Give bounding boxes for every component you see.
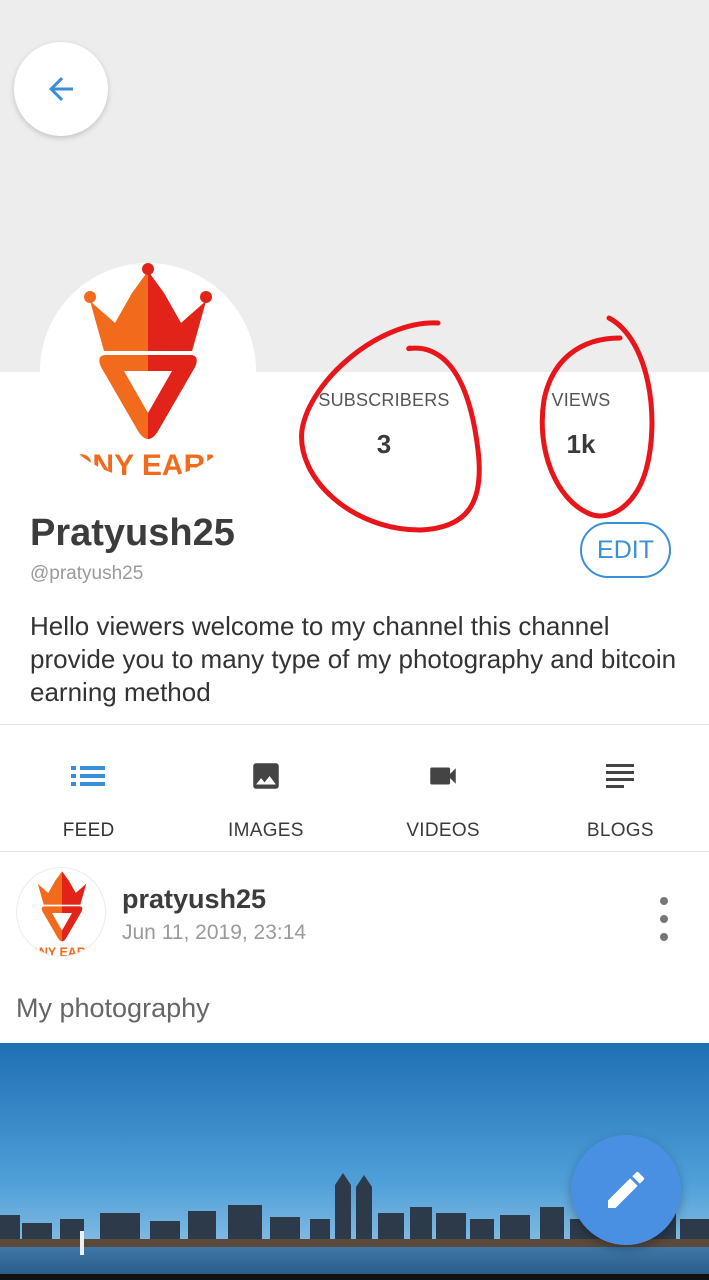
tab-images-label: IMAGES	[228, 820, 304, 841]
views-label: VIEWS	[551, 390, 611, 410]
tab-feed-label: FEED	[62, 820, 115, 841]
back-button[interactable]	[14, 42, 108, 136]
compose-fab-button[interactable]	[571, 1135, 681, 1245]
image-icon	[253, 763, 279, 789]
post-caption: My photography	[16, 993, 210, 1023]
views-count: 1k	[566, 429, 596, 459]
channel-handle: @pratyush25	[30, 563, 144, 584]
channel-name: Pratyush25	[30, 512, 235, 554]
tab-blogs[interactable]: BLOGS	[532, 726, 709, 851]
text-lines-icon	[606, 764, 635, 788]
tab-blogs-label: BLOGS	[586, 820, 654, 841]
pencil-icon	[608, 1171, 645, 1208]
logo-text: ONY EARN	[69, 449, 227, 479]
logo-text: ONY EARN	[29, 945, 95, 957]
edit-button[interactable]: EDIT	[580, 522, 671, 578]
divider	[0, 724, 709, 725]
channel-logo-image: ONY EARN	[69, 263, 227, 479]
tab-videos-label: VIDEOS	[406, 820, 480, 841]
divider	[0, 851, 709, 852]
video-camera-icon	[430, 767, 456, 785]
subscribers-count: 3	[376, 429, 392, 459]
arrow-left-icon	[49, 77, 73, 101]
tab-images[interactable]: IMAGES	[177, 726, 354, 851]
subscribers-stat[interactable]: SUBSCRIBERS 3	[304, 390, 464, 460]
channel-avatar[interactable]: ONY EARN	[40, 263, 256, 479]
channel-logo-image: ONY EARN	[29, 871, 95, 957]
views-stat: VIEWS 1k	[526, 390, 636, 460]
list-icon	[70, 766, 105, 786]
system-nav-bar	[0, 1274, 709, 1280]
post-author-avatar[interactable]: ONY EARN	[16, 867, 106, 957]
subscribers-label: SUBSCRIBERS	[318, 390, 450, 410]
post-author-name[interactable]: pratyush25	[122, 884, 266, 915]
tab-videos[interactable]: VIDEOS	[355, 726, 532, 851]
more-options-icon[interactable]	[650, 897, 678, 941]
tab-feed[interactable]: FEED	[0, 726, 177, 851]
content-tabs: FEED IMAGES VIDEOS BLOGS	[0, 726, 709, 851]
post-timestamp: Jun 11, 2019, 23:14	[122, 921, 307, 944]
channel-bio: Hello viewers welcome to my channel this…	[30, 611, 677, 707]
